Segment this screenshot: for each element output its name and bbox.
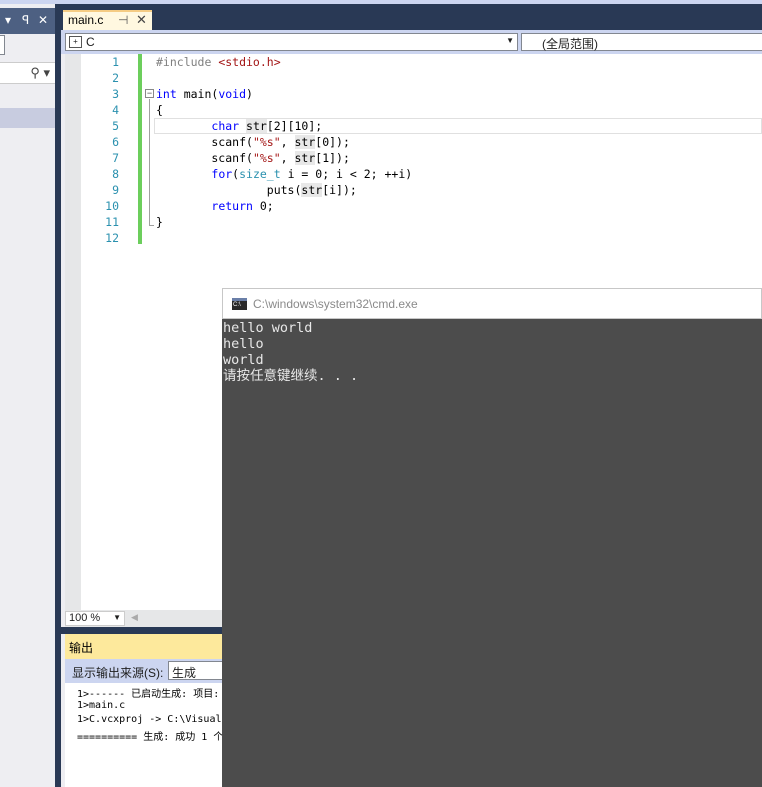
code-line: scanf("%s", str[1]); [156, 151, 350, 165]
scroll-left-icon[interactable]: ◀ [131, 612, 138, 623]
close-icon[interactable]: ✕ [38, 13, 48, 27]
code-token: void [218, 87, 247, 101]
output-source-label: 显示输出来源(S): [72, 666, 164, 680]
tab-main-c[interactable]: main.c ⊣ ✕ [63, 10, 152, 30]
code-line: #include <stdio.h> [156, 55, 281, 69]
code-token: [i]); [322, 183, 357, 197]
chevron-down-icon[interactable]: ▾ [5, 13, 11, 27]
zoom-dropdown[interactable]: 100 % ▼ [65, 611, 125, 626]
code-token: i = 0; i < 2; ++i) [280, 167, 413, 181]
code-token: size_t [239, 167, 281, 181]
change-tracking-bar [138, 54, 142, 244]
line-number: 10 [105, 199, 119, 213]
code-token: for [211, 167, 233, 181]
code-token: puts( [156, 183, 302, 197]
chevron-down-icon[interactable]: ▼ [113, 613, 121, 622]
code-line: scanf("%s", str[0]); [156, 135, 350, 149]
pin-icon[interactable]: ⊣ [118, 13, 128, 27]
console-window[interactable]: C:\ C:\windows\system32\cmd.exe hello wo… [222, 288, 762, 787]
code-token: "%s" [252, 135, 281, 149]
code-token: str [294, 151, 316, 165]
document-tab-bar: main.c ⊣ ✕ [59, 4, 762, 30]
code-token: "%s" [252, 151, 281, 165]
code-token: str [301, 183, 323, 197]
line-number: 1 [112, 55, 119, 69]
collapse-icon[interactable]: − [145, 89, 154, 98]
solution-explorer-panel: ▾ ꟼ ✕ ⚲ ▾ [0, 4, 57, 787]
code-token: int [156, 87, 177, 101]
code-token: [0]); [315, 135, 350, 149]
fold-guide [149, 99, 150, 225]
function-scope-dropdown[interactable]: (全局范围) [521, 33, 762, 51]
code-line: for(size_t i = 0; i < 2; ++i) [156, 167, 412, 181]
console-title-bar[interactable]: C:\ C:\windows\system32\cmd.exe [222, 288, 762, 319]
line-number: 6 [112, 135, 119, 149]
code-token: scanf( [156, 135, 253, 149]
selected-tree-item[interactable] [0, 108, 57, 128]
code-token: [1]); [315, 151, 350, 165]
project-scope-dropdown[interactable]: + C ▼ [65, 33, 518, 51]
line-number: 4 [112, 103, 119, 117]
fold-guide-end [149, 225, 154, 226]
panel-combo[interactable] [0, 35, 5, 55]
project-icon: + [69, 36, 82, 48]
scope-value: C [86, 35, 95, 49]
console-icon: C:\ [232, 298, 247, 310]
close-icon[interactable]: ✕ [136, 12, 147, 28]
code-token: <stdio.h> [218, 55, 281, 69]
console-line: world [223, 352, 264, 368]
editor-margin [65, 54, 81, 610]
code-line: { [156, 103, 163, 117]
line-number: 8 [112, 167, 119, 181]
panel-header: ▾ ꟼ ✕ [0, 8, 57, 34]
code-token: return [211, 199, 253, 213]
code-token: [2][10]; [266, 119, 323, 133]
line-number: 11 [105, 215, 119, 229]
console-output[interactable]: hello world hello world 请按任意键继续. . . [222, 319, 762, 787]
line-number: 7 [112, 151, 119, 165]
navigation-bar: + C ▼ (全局范围) [61, 30, 762, 54]
code-line: } [156, 215, 163, 229]
code-line: puts(str[i]); [156, 183, 357, 197]
output-title: 输出 [69, 641, 94, 655]
code-token: , [280, 135, 295, 149]
code-token: } [156, 215, 163, 229]
code-line: return 0; [156, 199, 274, 213]
line-number: 5 [112, 119, 119, 133]
code-token: str [294, 135, 316, 149]
code-token: ) [246, 87, 253, 101]
console-line: hello [223, 336, 264, 352]
code-token: { [156, 103, 163, 117]
output-line: 1>main.c [77, 700, 126, 711]
zoom-value: 100 % [69, 612, 101, 624]
panel-search-input[interactable]: ⚲ ▾ [0, 62, 56, 84]
console-line: 请按任意键继续. . . [223, 368, 359, 384]
search-icon[interactable]: ⚲ ▾ [30, 65, 50, 81]
code-token: main( [176, 87, 219, 101]
line-number: 2 [112, 71, 119, 85]
pin-icon[interactable]: ꟼ [22, 13, 29, 27]
console-line: hello world [223, 320, 313, 336]
chevron-down-icon[interactable]: ▼ [506, 36, 514, 45]
line-number: 3 [112, 87, 119, 101]
line-number: 9 [112, 183, 119, 197]
code-token: scanf( [156, 151, 253, 165]
code-token: str [246, 119, 267, 133]
code-token: char [211, 119, 240, 133]
code-token: #include [156, 55, 219, 69]
console-title: C:\windows\system32\cmd.exe [253, 297, 418, 311]
code-token: , [280, 151, 295, 165]
function-scope-value: (全局范围) [542, 37, 598, 51]
code-line: char str[2][10]; [156, 119, 322, 133]
code-line: int main(void) [156, 87, 253, 101]
code-token: 0; [252, 199, 274, 213]
tab-title: main.c [68, 13, 104, 27]
output-source-value: 生成 [172, 666, 197, 680]
line-number: 12 [105, 231, 119, 245]
